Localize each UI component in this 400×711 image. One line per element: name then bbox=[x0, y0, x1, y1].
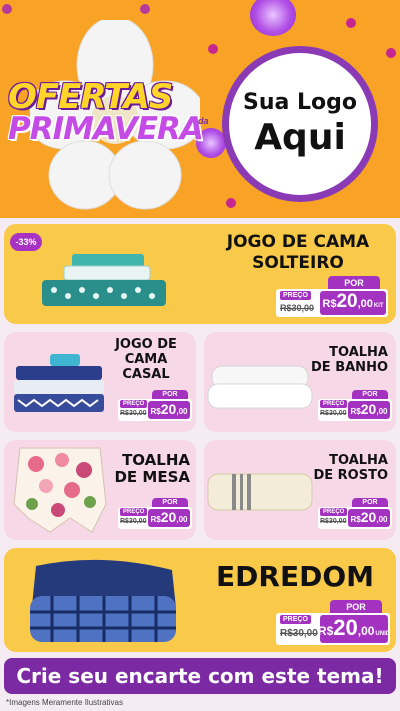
product-title: TOALHA DE BANHO bbox=[290, 345, 388, 376]
price-unit: KIT bbox=[373, 303, 384, 309]
headline-line1: OFERTAS bbox=[8, 77, 173, 117]
preco-label: PREÇO bbox=[320, 400, 348, 408]
product-title-line2: SOLTEIRO bbox=[252, 253, 344, 274]
product-title-line1: JOGO DE bbox=[115, 337, 177, 352]
currency: R$ bbox=[150, 407, 161, 416]
product-title: EDREDOM bbox=[216, 560, 374, 593]
product-title-line2: DE BANHO bbox=[311, 359, 388, 375]
preco-label: PREÇO bbox=[320, 508, 348, 516]
purple-flower-icon bbox=[250, 0, 296, 36]
pink-flower-icon bbox=[226, 198, 236, 208]
currency: R$ bbox=[350, 407, 361, 416]
cta-banner[interactable]: Crie seu encarte com este tema! bbox=[4, 658, 396, 694]
product-title-line2: DE ROSTO bbox=[313, 467, 388, 483]
por-label: POR bbox=[328, 276, 380, 290]
logo-line1: Sua Logo bbox=[242, 90, 357, 115]
new-price: R$ 20 ,00 bbox=[148, 401, 190, 419]
preco-label: PREÇO bbox=[280, 291, 311, 300]
old-price: R$30,00 bbox=[280, 303, 315, 313]
product-title-line2: CAMA bbox=[124, 351, 168, 367]
header-banner: OFERTAS PRIMAVERA da Sua Logo Aqui bbox=[0, 0, 400, 218]
pink-flower-icon bbox=[2, 4, 12, 14]
price-dec: ,00 bbox=[376, 407, 388, 416]
price-int: 20 bbox=[336, 291, 358, 312]
new-price: R$ 20 ,00 bbox=[148, 509, 190, 527]
preco-label: PREÇO bbox=[280, 615, 311, 624]
discount-badge: -33% bbox=[10, 233, 42, 251]
price-dec: ,00 bbox=[357, 624, 375, 638]
price-int: 20 bbox=[160, 509, 177, 525]
logo-line2: Aqui bbox=[254, 117, 346, 158]
old-price: R$30,00 bbox=[320, 518, 347, 525]
product-title: JOGO DE CAMA CASAL bbox=[108, 337, 184, 383]
product-title: TOALHA DE MESA bbox=[104, 451, 190, 487]
new-price: R$ 20 ,00 bbox=[348, 509, 390, 527]
new-price: R$ 20 ,00 bbox=[348, 401, 390, 419]
bedding-set-icon bbox=[42, 254, 166, 306]
price-int: 20 bbox=[160, 401, 177, 417]
product-title-line1: JOGO DE CAMA bbox=[226, 232, 370, 252]
quilt-icon bbox=[30, 559, 176, 642]
headline-line2: PRIMAVERA bbox=[8, 111, 204, 147]
product-title-line1: TOALHA bbox=[122, 451, 190, 469]
preco-label: PREÇO bbox=[120, 508, 148, 516]
product-title: JOGO DE CAMA SOLTEIRO bbox=[210, 232, 386, 275]
logo-placeholder: Sua Logo Aqui bbox=[222, 46, 378, 202]
product-title: TOALHA DE ROSTO bbox=[290, 453, 388, 484]
headline-da: da bbox=[198, 116, 209, 126]
price-int: 20 bbox=[360, 509, 377, 525]
currency: R$ bbox=[150, 515, 161, 524]
new-price: R$ 20 ,00 UNID bbox=[317, 615, 391, 643]
old-price: R$30,00 bbox=[280, 628, 318, 639]
pink-flower-icon bbox=[386, 48, 396, 58]
price-dec: ,00 bbox=[176, 407, 188, 416]
product-title-line3: CASAL bbox=[122, 366, 170, 382]
new-price: R$ 20 ,00 KIT bbox=[320, 291, 386, 315]
price-int: 20 bbox=[333, 615, 358, 640]
floral-tablecloth-icon bbox=[13, 447, 107, 533]
bedding-set-icon bbox=[14, 354, 104, 412]
por-label: POR bbox=[330, 600, 382, 614]
price-dec: ,00 bbox=[357, 298, 373, 310]
price-dec: ,00 bbox=[376, 515, 388, 524]
price-int: 20 bbox=[360, 401, 377, 417]
price-dec: ,00 bbox=[176, 515, 188, 524]
old-price: R$30,00 bbox=[120, 518, 147, 525]
product-title-line1: TOALHA bbox=[329, 453, 388, 468]
currency: R$ bbox=[317, 624, 334, 638]
disclaimer: *Imagens Meramente Ilustrativas bbox=[6, 698, 123, 707]
headline: OFERTAS PRIMAVERA da bbox=[8, 77, 209, 147]
pink-flower-icon bbox=[208, 44, 218, 54]
currency: R$ bbox=[322, 298, 337, 310]
price-unit: UNID bbox=[375, 631, 391, 637]
product-title-line2: DE MESA bbox=[114, 468, 190, 487]
product-title-line1: TOALHA bbox=[329, 345, 388, 360]
currency: R$ bbox=[350, 515, 361, 524]
old-price: R$30,00 bbox=[120, 410, 147, 417]
preco-label: PREÇO bbox=[120, 400, 148, 408]
old-price: R$30,00 bbox=[320, 410, 347, 417]
pink-flower-icon bbox=[346, 18, 356, 28]
pink-flower-icon bbox=[140, 4, 150, 14]
